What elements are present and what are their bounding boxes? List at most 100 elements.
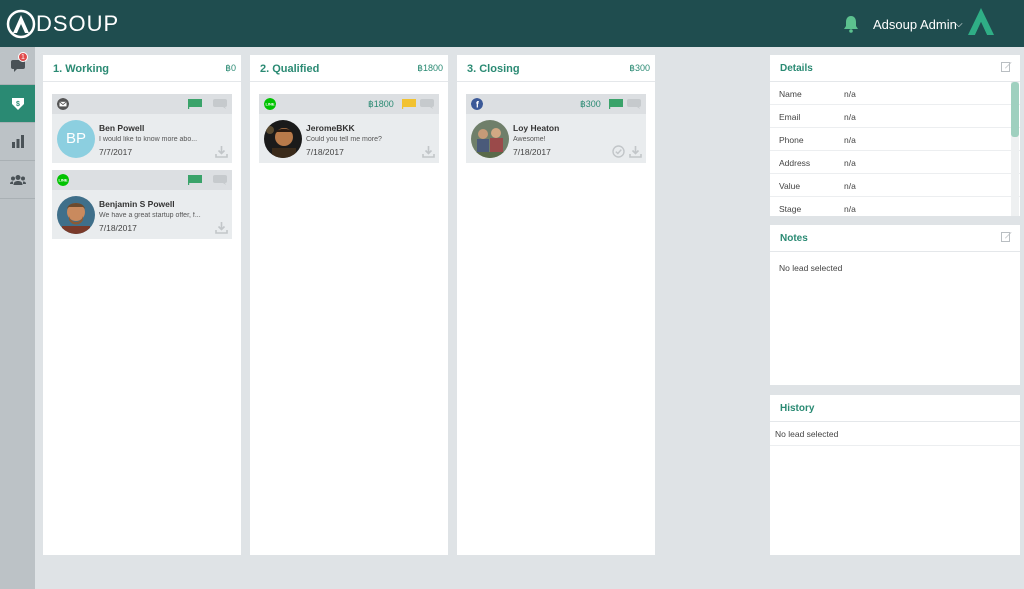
chat-badge: 1 bbox=[18, 52, 28, 62]
left-nav: 1 $ bbox=[0, 47, 35, 589]
notes-panel: Notes No lead selected bbox=[770, 225, 1020, 385]
detail-value: n/a bbox=[844, 181, 856, 191]
lead-name: JeromeBKK bbox=[306, 123, 355, 133]
chat-bubble-icon[interactable] bbox=[420, 99, 434, 109]
avatar bbox=[471, 120, 509, 158]
column-total: ฿0 bbox=[225, 63, 236, 73]
pipeline-column-working: 1. Working ฿0 BP Ben Powell I would like… bbox=[43, 55, 241, 555]
details-header: Details bbox=[770, 55, 1020, 82]
details-scrollbar[interactable] bbox=[1011, 82, 1019, 216]
detail-label: Address bbox=[779, 158, 811, 168]
lead-name: Loy Heaton bbox=[513, 123, 560, 133]
avatar-photo bbox=[264, 120, 302, 158]
nav-item-reports[interactable] bbox=[0, 123, 35, 161]
lead-value: ฿1800 bbox=[368, 99, 394, 109]
edit-icon[interactable] bbox=[1001, 231, 1012, 242]
detail-label: Stage bbox=[779, 204, 802, 214]
details-panel: Details Name n/a Email n/a Phone n/a Addres… bbox=[770, 55, 1020, 216]
top-bar: DSOUP Adsoup Admin ⌵ bbox=[0, 0, 1024, 47]
detail-row-stage[interactable]: Stage n/a bbox=[770, 197, 1020, 216]
pipeline-column-closing: 3. Closing ฿300 f ฿300 Loy Heaton Awesom… bbox=[457, 55, 655, 555]
lead-card[interactable]: LINE Benjamin S Powell We have a great s… bbox=[52, 170, 232, 239]
notes-empty-text: No lead selected bbox=[779, 263, 843, 273]
lead-message: We have a great startup offer, f... bbox=[99, 212, 201, 219]
details-title: Details bbox=[780, 63, 813, 74]
avatar-photo bbox=[57, 196, 95, 234]
detail-row-phone[interactable]: Phone n/a bbox=[770, 128, 1020, 151]
users-icon bbox=[9, 174, 26, 185]
bar-chart-icon bbox=[11, 135, 24, 148]
check-circle-icon[interactable] bbox=[612, 145, 625, 158]
nav-item-chat[interactable]: 1 bbox=[0, 47, 35, 85]
lead-date: 7/7/2017 bbox=[99, 147, 133, 157]
chat-bubble-icon[interactable] bbox=[213, 99, 227, 109]
lead-card[interactable]: f ฿300 Loy Heaton Awesome! 7/18/2017 bbox=[466, 94, 646, 163]
lead-value: ฿300 bbox=[580, 99, 601, 109]
pipeline-column-qualified: 2. Qualified ฿1800 LINE ฿1800 JeromeBKK … bbox=[250, 55, 448, 555]
flag-green-icon[interactable] bbox=[188, 175, 202, 185]
user-menu-name[interactable]: Adsoup Admin bbox=[873, 17, 957, 32]
history-empty-text: No lead selected bbox=[775, 429, 839, 439]
email-source-icon bbox=[57, 98, 69, 110]
lead-card[interactable]: LINE ฿1800 JeromeBKK Could you tell me m… bbox=[259, 94, 439, 163]
detail-row-value[interactable]: Value n/a bbox=[770, 174, 1020, 197]
svg-text:LINE: LINE bbox=[58, 178, 67, 183]
detail-row-address[interactable]: Address n/a bbox=[770, 151, 1020, 174]
line-source-icon: LINE bbox=[57, 174, 69, 186]
detail-row-email[interactable]: Email n/a bbox=[770, 105, 1020, 128]
avatar-photo bbox=[471, 120, 509, 158]
download-icon[interactable] bbox=[629, 145, 642, 158]
nav-item-contacts[interactable] bbox=[0, 161, 35, 199]
edit-icon[interactable] bbox=[1001, 61, 1012, 72]
chat-bubble-icon[interactable] bbox=[213, 175, 227, 185]
flag-green-icon[interactable] bbox=[609, 99, 623, 109]
svg-text:$: $ bbox=[16, 101, 20, 108]
lead-card[interactable]: BP Ben Powell I would like to know more … bbox=[52, 94, 232, 163]
detail-row-name[interactable]: Name n/a bbox=[770, 82, 1020, 105]
notes-header: Notes bbox=[770, 225, 1020, 252]
detail-label: Phone bbox=[779, 135, 804, 145]
detail-label: Value bbox=[779, 181, 801, 191]
chevron-down-icon[interactable]: ⌵ bbox=[955, 19, 963, 30]
nav-item-sales[interactable]: $ bbox=[0, 85, 35, 123]
logo-text: DSOUP bbox=[36, 11, 120, 36]
flag-yellow-icon[interactable] bbox=[402, 99, 416, 109]
lead-message: Awesome! bbox=[513, 136, 546, 143]
avatar bbox=[57, 196, 95, 234]
app-logo[interactable]: DSOUP bbox=[6, 9, 119, 39]
notification-bell-icon[interactable] bbox=[843, 15, 859, 33]
column-header: 1. Working ฿0 bbox=[43, 55, 241, 82]
lead-date: 7/18/2017 bbox=[306, 147, 344, 157]
download-icon[interactable] bbox=[215, 145, 228, 158]
facebook-source-icon: f bbox=[471, 98, 483, 110]
lead-message: I would like to know more abo... bbox=[99, 136, 198, 143]
detail-value: n/a bbox=[844, 204, 856, 214]
chat-bubble-icon[interactable] bbox=[627, 99, 641, 109]
money-tag-icon: $ bbox=[11, 97, 24, 110]
svg-text:LINE: LINE bbox=[265, 102, 274, 107]
column-title: 3. Closing bbox=[467, 63, 520, 75]
column-title: 1. Working bbox=[53, 63, 110, 75]
detail-value: n/a bbox=[844, 89, 856, 99]
download-icon[interactable] bbox=[215, 221, 228, 234]
detail-value: n/a bbox=[844, 135, 856, 145]
column-total: ฿300 bbox=[629, 63, 650, 73]
line-source-icon: LINE bbox=[264, 98, 276, 110]
logo-a-icon bbox=[6, 9, 36, 39]
history-panel: History No lead selected bbox=[770, 395, 1020, 555]
lead-date: 7/18/2017 bbox=[513, 147, 551, 157]
detail-value: n/a bbox=[844, 158, 856, 168]
column-header: 3. Closing ฿300 bbox=[457, 55, 655, 82]
flag-green-icon[interactable] bbox=[188, 99, 202, 109]
scrollbar-thumb[interactable] bbox=[1011, 82, 1019, 137]
lead-message: Could you tell me more? bbox=[306, 136, 382, 143]
detail-label: Email bbox=[779, 112, 801, 122]
download-icon[interactable] bbox=[422, 145, 435, 158]
history-title: History bbox=[780, 403, 815, 414]
lead-name: Ben Powell bbox=[99, 123, 145, 133]
column-header: 2. Qualified ฿1800 bbox=[250, 55, 448, 82]
detail-value: n/a bbox=[844, 112, 856, 122]
column-title: 2. Qualified bbox=[260, 63, 320, 75]
lead-name: Benjamin S Powell bbox=[99, 199, 175, 209]
notes-title: Notes bbox=[780, 233, 808, 244]
